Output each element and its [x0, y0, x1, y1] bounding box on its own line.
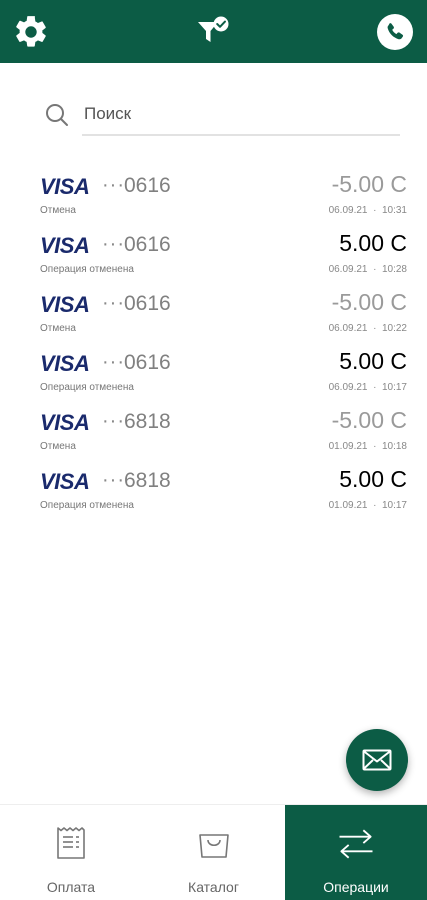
transaction-row[interactable]: VISA ··· 6818 Отмена -5.00 С 01.09.21 · … — [0, 396, 427, 455]
visa-logo: VISA — [40, 410, 90, 435]
bottom-navigation: Оплата Каталог Операции — [0, 804, 427, 900]
transaction-datetime: 06.09.21 · 10:31 — [329, 205, 407, 216]
datetime-separator: · — [373, 382, 377, 393]
card-last4: 0616 — [124, 233, 171, 256]
card-last4: 0616 — [124, 292, 171, 315]
transaction-time: 10:17 — [381, 382, 407, 393]
transaction-time: 10:31 — [381, 205, 407, 216]
nav-item-catalog[interactable]: Каталог — [142, 805, 285, 900]
transaction-amount: 5.00 С — [339, 348, 407, 374]
transaction-list: VISA ··· 0616 Отмена -5.00 С 06.09.21 · … — [0, 160, 427, 514]
card-last4: 6818 — [124, 410, 171, 433]
transaction-status: Операция отменена — [40, 382, 134, 393]
transaction-row[interactable]: VISA ··· 0616 Операция отменена 5.00 С 0… — [0, 219, 427, 278]
visa-logo: VISA — [40, 292, 90, 317]
mail-icon — [362, 749, 392, 771]
transaction-time: 10:18 — [381, 441, 407, 452]
nav-item-payment[interactable]: Оплата — [0, 805, 142, 900]
transaction-amount: 5.00 С — [339, 466, 407, 492]
visa-logo: VISA — [40, 233, 90, 258]
visa-logo: VISA — [40, 469, 90, 494]
transaction-datetime: 06.09.21 · 10:22 — [329, 323, 407, 334]
datetime-separator: · — [373, 323, 377, 334]
transaction-amount: -5.00 С — [331, 289, 407, 315]
transaction-status: Отмена — [40, 323, 76, 334]
transaction-datetime: 06.09.21 · 10:17 — [329, 382, 407, 393]
card-mask-dots: ··· — [102, 351, 125, 373]
search-bar — [44, 94, 400, 136]
card-last4: 0616 — [124, 174, 171, 197]
transaction-datetime: 01.09.21 · 10:17 — [329, 500, 407, 511]
transaction-datetime: 06.09.21 · 10:28 — [329, 264, 407, 275]
filter-check-icon[interactable] — [194, 13, 232, 51]
nav-label: Оплата — [46, 879, 96, 895]
transaction-time: 10:28 — [381, 264, 407, 275]
top-app-bar — [0, 0, 427, 63]
transaction-row[interactable]: VISA ··· 6818 Операция отменена 5.00 С 0… — [0, 455, 427, 514]
nav-label: Операции — [323, 879, 389, 895]
shopping-bag-icon — [192, 823, 236, 865]
datetime-separator: · — [373, 264, 377, 275]
nav-item-operations[interactable]: Операции — [285, 805, 427, 900]
search-input[interactable] — [82, 94, 400, 136]
gear-icon[interactable] — [12, 13, 50, 51]
transaction-row[interactable]: VISA ··· 0616 Отмена -5.00 С 06.09.21 · … — [0, 278, 427, 337]
nav-label: Каталог — [188, 879, 239, 895]
search-icon — [46, 104, 68, 126]
send-receipt-fab[interactable] — [346, 729, 408, 791]
transaction-amount: -5.00 С — [331, 171, 407, 197]
transaction-time: 10:17 — [381, 500, 407, 511]
card-last4: 6818 — [124, 469, 171, 492]
datetime-separator: · — [373, 500, 377, 511]
transaction-date: 01.09.21 — [328, 441, 368, 452]
transaction-date: 06.09.21 — [328, 205, 368, 216]
transaction-time: 10:22 — [381, 323, 407, 334]
transaction-row[interactable]: VISA ··· 0616 Отмена -5.00 С 06.09.21 · … — [0, 160, 427, 219]
card-mask-dots: ··· — [102, 292, 125, 314]
transaction-status: Отмена — [40, 441, 76, 452]
transaction-amount: -5.00 С — [331, 407, 407, 433]
transfer-arrows-icon — [334, 823, 378, 865]
transaction-status: Операция отменена — [40, 500, 134, 511]
transaction-date: 06.09.21 — [328, 264, 368, 275]
visa-logo: VISA — [40, 174, 90, 199]
transaction-row[interactable]: VISA ··· 0616 Операция отменена 5.00 С 0… — [0, 337, 427, 396]
transaction-date: 06.09.21 — [328, 323, 368, 334]
card-mask-dots: ··· — [102, 469, 125, 491]
phone-icon[interactable] — [376, 13, 414, 51]
transaction-status: Отмена — [40, 205, 76, 216]
datetime-separator: · — [373, 441, 377, 452]
datetime-separator: · — [373, 205, 377, 216]
card-last4: 0616 — [124, 351, 171, 374]
card-mask-dots: ··· — [102, 174, 125, 196]
visa-logo: VISA — [40, 351, 90, 376]
transaction-amount: 5.00 С — [339, 230, 407, 256]
receipt-icon — [49, 823, 93, 865]
card-mask-dots: ··· — [102, 233, 125, 255]
transaction-date: 01.09.21 — [328, 500, 368, 511]
transaction-date: 06.09.21 — [328, 382, 368, 393]
transaction-status: Операция отменена — [40, 264, 134, 275]
transaction-datetime: 01.09.21 · 10:18 — [329, 441, 407, 452]
card-mask-dots: ··· — [102, 410, 125, 432]
